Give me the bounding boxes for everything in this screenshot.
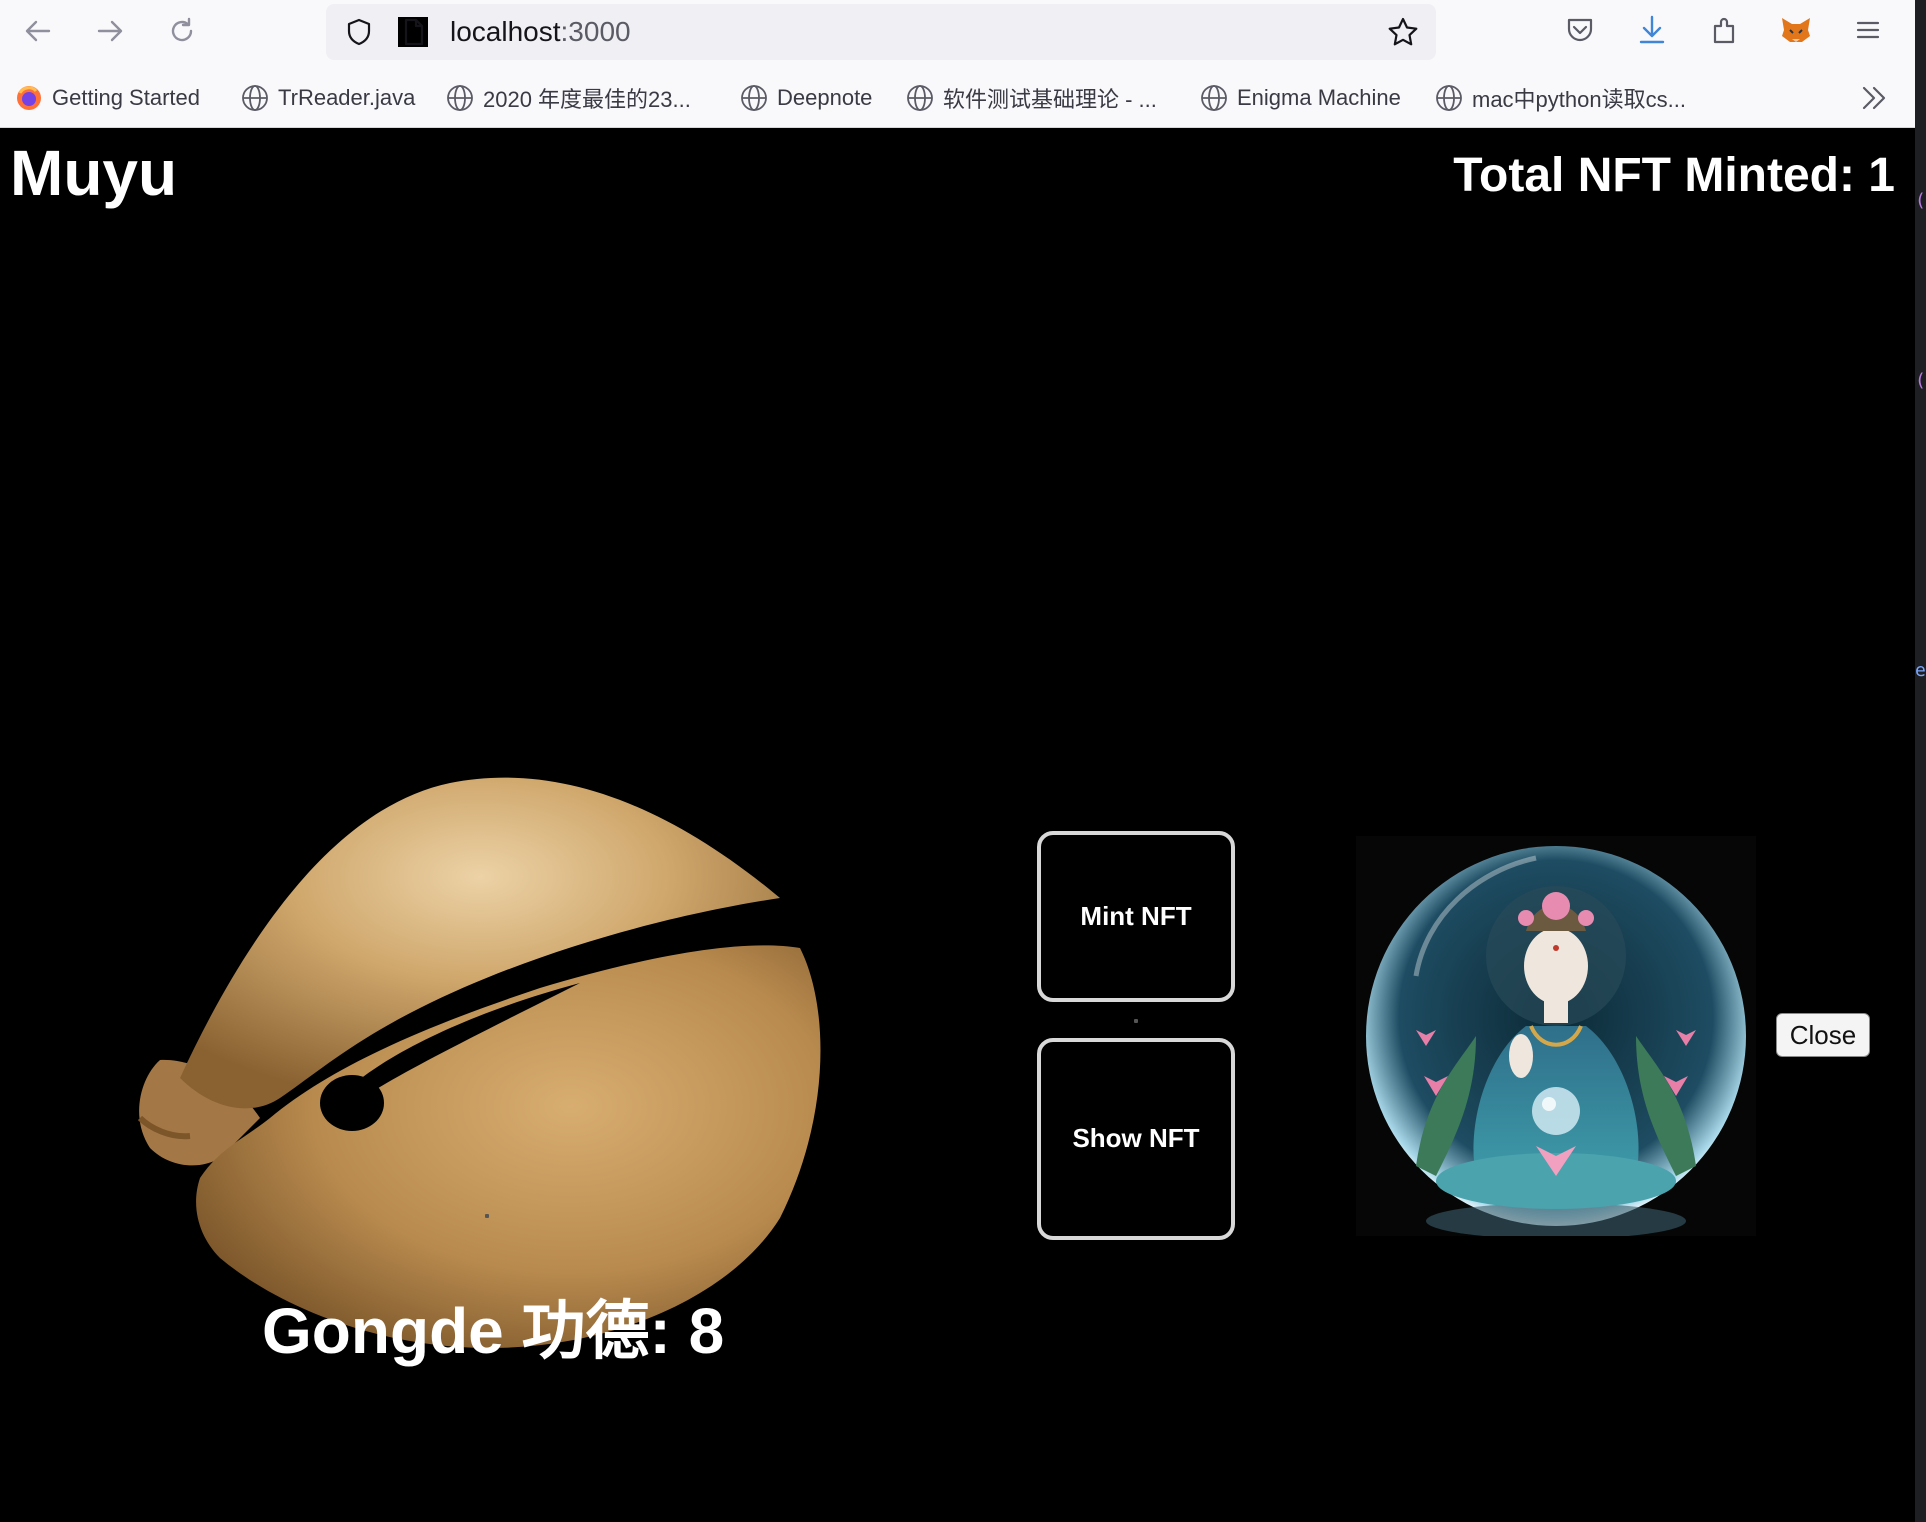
bookmark-label: Deepnote <box>777 85 873 110</box>
url-port: :3000 <box>560 16 631 47</box>
bookmark-item[interactable]: mac中python读取cs... <box>1434 81 1686 115</box>
gongde-score: Gongde 功德: 8 <box>262 1295 725 1367</box>
bookmark-item[interactable]: Getting Started <box>14 81 200 115</box>
browser-chrome: localhost:3000 Getting Started TrReader.… <box>0 0 1915 128</box>
bookmark-item[interactable]: 2020 年度最佳的23... <box>445 81 691 115</box>
globe-icon <box>907 85 933 111</box>
metamask-fox-icon[interactable] <box>1778 12 1814 48</box>
adjacent-window-edge: ( ( e <box>1915 0 1926 1522</box>
chevrons-right-icon[interactable] <box>1856 80 1892 116</box>
bookmark-item[interactable]: TrReader.java <box>240 81 415 115</box>
reload-button[interactable] <box>160 10 204 52</box>
reload-icon <box>171 17 193 42</box>
back-button[interactable] <box>16 10 60 52</box>
wooden-fish-dot <box>485 1214 489 1218</box>
menu-icon[interactable] <box>1850 12 1886 48</box>
forward-button[interactable] <box>88 10 132 52</box>
extensions-icon[interactable] <box>1706 12 1742 48</box>
app-title: Muyu <box>10 137 178 209</box>
globe-icon <box>242 85 268 111</box>
globe-icon <box>1201 85 1227 111</box>
mint-nft-button[interactable]: Mint NFT <box>1037 831 1235 1002</box>
globe-icon <box>447 85 473 111</box>
download-icon[interactable] <box>1634 12 1670 48</box>
bookmark-label: Enigma Machine <box>1237 85 1401 110</box>
shield-icon[interactable] <box>344 17 374 47</box>
close-button[interactable]: Close <box>1776 1013 1870 1057</box>
arrow-left-icon <box>25 20 51 42</box>
button-separator-dot <box>1134 1019 1138 1023</box>
bookmark-label: 软件测试基础理论 - ... <box>943 87 1157 112</box>
arrow-right-icon <box>97 20 123 42</box>
bookmark-label: mac中python读取cs... <box>1472 87 1686 112</box>
total-minted-counter: Total NFT Minted: 1 <box>1453 149 1895 202</box>
globe-icon <box>1436 85 1462 111</box>
show-nft-button[interactable]: Show NFT <box>1037 1038 1235 1240</box>
bookmark-label: Getting Started <box>52 85 200 110</box>
url-host: localhost <box>450 16 561 47</box>
bookmarks-bar: Getting Started TrReader.java 2020 年度最佳的… <box>0 72 1915 124</box>
address-bar[interactable]: localhost:3000 <box>326 4 1436 60</box>
bookmark-item[interactable]: Deepnote <box>739 81 872 115</box>
url-text[interactable]: localhost:3000 <box>450 17 631 47</box>
bookmark-item[interactable]: Enigma Machine <box>1199 81 1401 115</box>
browser-toolbar: localhost:3000 <box>0 0 1915 62</box>
guanyin-nft-image <box>1366 846 1746 1236</box>
wooden-fish-icon <box>137 777 821 1348</box>
page-icon <box>398 17 428 47</box>
bookmark-label: TrReader.java <box>278 85 416 110</box>
firefox-icon <box>17 86 41 110</box>
globe-icon <box>741 85 767 111</box>
wooden-fish[interactable] <box>120 648 850 1348</box>
bookmark-item[interactable]: 软件测试基础理论 - ... <box>905 81 1157 115</box>
bookmark-label: 2020 年度最佳的23... <box>483 87 691 112</box>
nft-image <box>1356 836 1756 1236</box>
pocket-icon[interactable] <box>1562 12 1598 48</box>
star-icon[interactable] <box>1386 15 1420 49</box>
muyu-app: Muyu Total NFT Minted: 1 Gongde 功德: 8 Mi… <box>0 128 1915 1522</box>
